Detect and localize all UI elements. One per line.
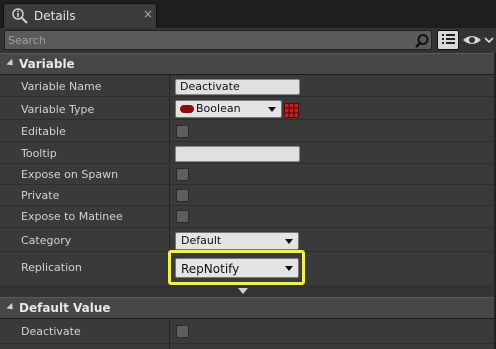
- container-type-icon[interactable]: [284, 103, 299, 118]
- default-value-section-header[interactable]: Default Value: [0, 297, 496, 319]
- section-title: Variable: [19, 57, 75, 71]
- boolean-pin-icon: [180, 105, 194, 113]
- variable-section-header[interactable]: Variable: [0, 53, 496, 75]
- details-toolbar: [0, 28, 496, 53]
- property-label: Replication: [21, 261, 82, 274]
- section-title: Default Value: [19, 301, 111, 315]
- details-tab[interactable]: Details ×: [3, 3, 157, 28]
- property-label: Category: [21, 234, 72, 247]
- property-row-editable: Editable: [0, 120, 496, 142]
- tab-bar: Details ×: [0, 0, 496, 28]
- property-row-expose-on-spawn: Expose on Spawn: [0, 164, 496, 185]
- property-label: Expose on Spawn: [21, 168, 119, 181]
- property-label: Deactivate: [21, 325, 81, 338]
- expose-to-matinee-checkbox[interactable]: [176, 210, 189, 223]
- private-checkbox[interactable]: [176, 189, 189, 202]
- variable-type-dropdown[interactable]: Boolean: [175, 100, 282, 118]
- property-label: Editable: [21, 125, 66, 138]
- list-icon: [442, 34, 455, 44]
- collapse-arrow-icon: [6, 302, 16, 313]
- search-icon[interactable]: [414, 33, 430, 49]
- expose-on-spawn-checkbox[interactable]: [176, 168, 189, 181]
- property-label: Tooltip: [21, 147, 57, 160]
- property-row-tooltip: Tooltip: [0, 142, 496, 164]
- property-row-variable-type: Variable Type Boolean: [0, 97, 496, 120]
- variable-type-value: Boolean: [196, 102, 241, 115]
- property-label: Expose to Matinee: [21, 210, 123, 223]
- close-tab-button[interactable]: ×: [141, 7, 155, 21]
- chevron-down-icon: [268, 107, 276, 112]
- search-input[interactable]: [8, 31, 408, 49]
- category-value: Default: [181, 234, 222, 247]
- property-label: Private: [21, 189, 60, 202]
- property-row-category: Category Default: [0, 228, 496, 252]
- search-box: [4, 30, 432, 50]
- category-dropdown[interactable]: Default: [175, 232, 299, 250]
- tooltip-input[interactable]: [175, 146, 300, 162]
- variable-name-input[interactable]: Deactivate: [175, 79, 300, 95]
- tab-title: Details: [34, 9, 76, 23]
- property-row-deactivate: Deactivate: [0, 319, 496, 344]
- advanced-properties-expander[interactable]: [0, 285, 496, 297]
- property-row-expose-to-matinee: Expose to Matinee: [0, 206, 496, 228]
- property-label: Variable Name: [21, 80, 102, 93]
- property-matrix-button[interactable]: [437, 30, 459, 50]
- default-value-properties: Deactivate: [0, 319, 496, 349]
- deactivate-checkbox[interactable]: [176, 325, 189, 338]
- info-icon: [12, 8, 28, 24]
- property-label: Variable Type: [21, 103, 95, 116]
- replication-highlight: [168, 250, 305, 285]
- collapse-arrow-icon: [6, 58, 16, 69]
- property-row-private: Private: [0, 185, 496, 206]
- eye-icon: [463, 36, 494, 44]
- expand-arrow-icon: [238, 288, 248, 294]
- editable-checkbox[interactable]: [176, 125, 189, 138]
- property-row-variable-name: Variable Name Deactivate: [0, 75, 496, 97]
- view-options-button[interactable]: [462, 32, 494, 48]
- chevron-down-icon: [285, 239, 293, 244]
